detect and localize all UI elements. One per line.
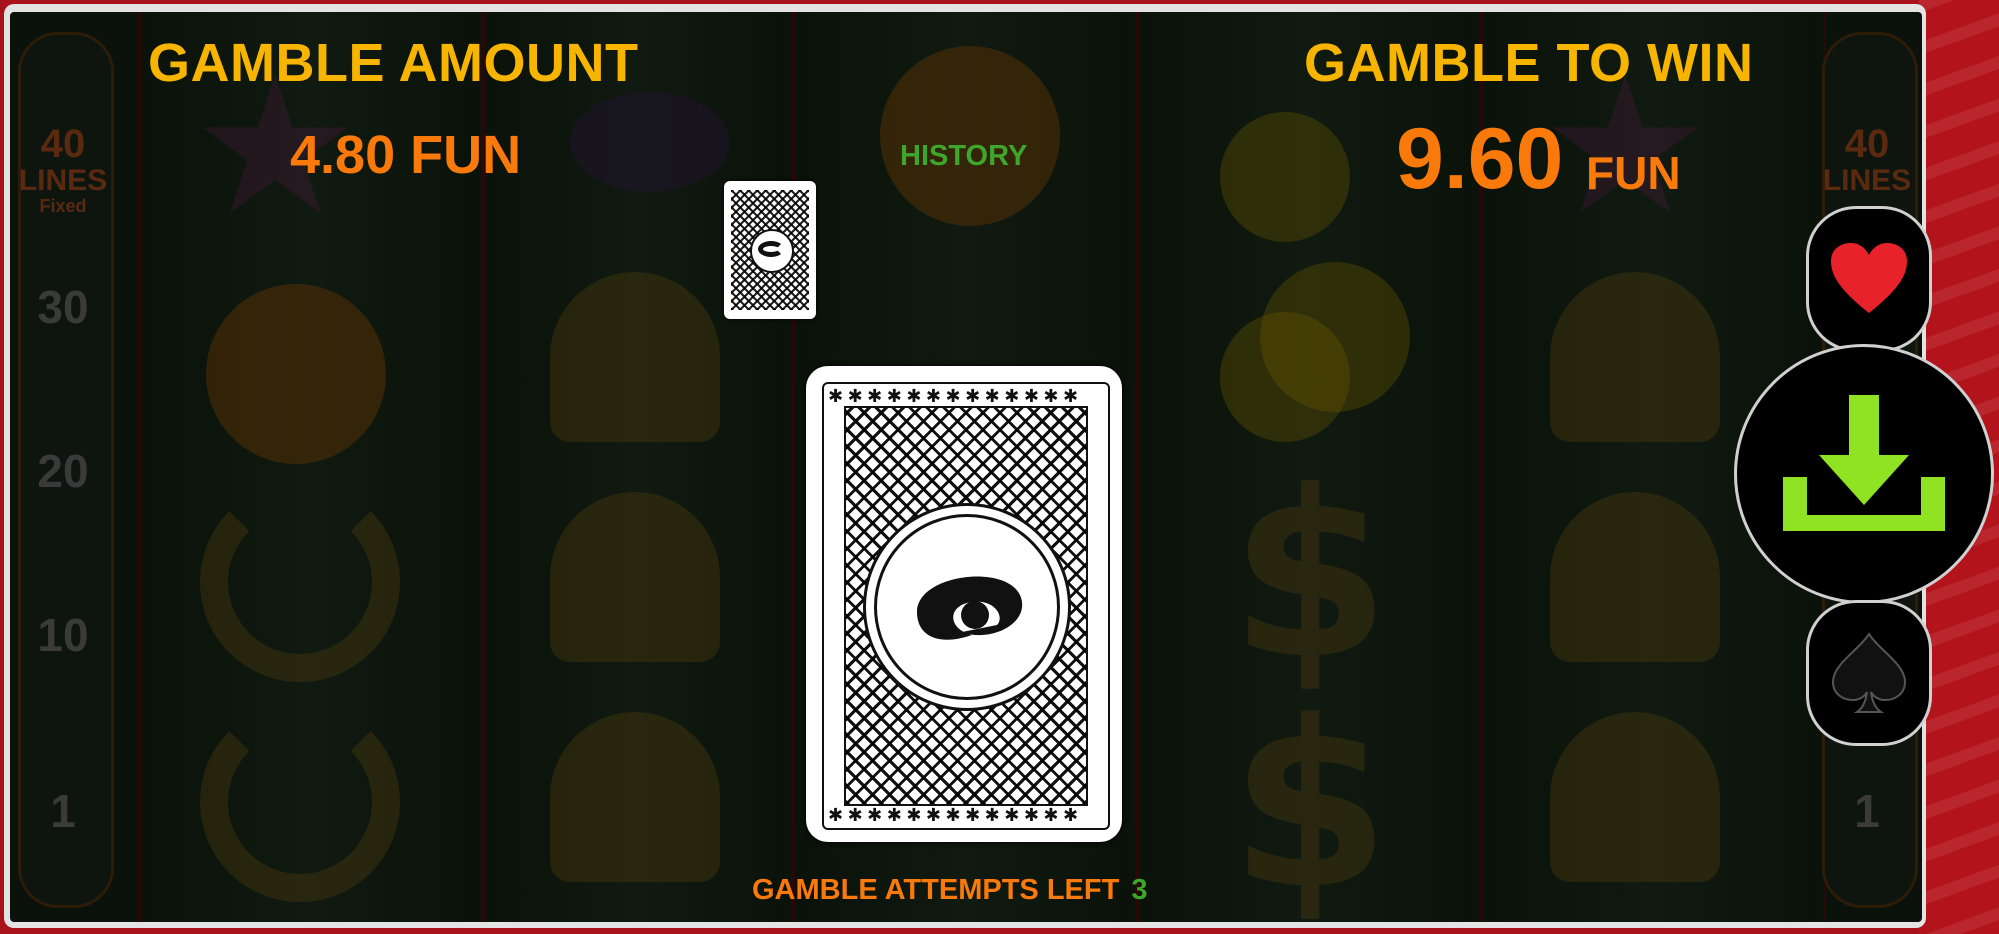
gamble-to-win-title: GAMBLE TO WIN bbox=[1304, 33, 1754, 93]
attempts-count: 3 bbox=[1131, 874, 1148, 906]
attempts-label: GAMBLE ATTEMPTS LEFT bbox=[752, 874, 1120, 906]
card-star-row: ✱✱✱✱✱✱✱✱✱✱✱✱✱ bbox=[828, 386, 1083, 407]
download-icon bbox=[1783, 395, 1945, 531]
bell-symbol bbox=[1550, 492, 1720, 662]
orange-symbol bbox=[206, 284, 386, 464]
gamble-to-win-value: 9.60 bbox=[1396, 111, 1564, 207]
card-logo-icon bbox=[750, 229, 794, 273]
collect-button[interactable] bbox=[1734, 344, 1994, 604]
gamble-screen: $ $ ★ ★ 40 LINES Fixed 30 20 10 1 40 LIN… bbox=[10, 12, 1922, 922]
bell-symbol bbox=[550, 272, 720, 442]
plum-symbol bbox=[570, 92, 730, 192]
history-label: HISTORY bbox=[900, 140, 1028, 172]
gamble-to-win-currency: FUN bbox=[1586, 147, 1681, 199]
lines-label: LINES bbox=[1822, 164, 1912, 197]
card-logo-icon bbox=[874, 514, 1060, 700]
gamble-amount-value: 4.80 FUN bbox=[290, 125, 522, 185]
line-number: 20 bbox=[37, 445, 89, 497]
gamble-attempts: GAMBLE ATTEMPTS LEFT 3 bbox=[752, 874, 1147, 907]
dollar-symbol: $ bbox=[1230, 673, 1391, 922]
heart-icon bbox=[1831, 243, 1907, 313]
bell-symbol bbox=[1550, 712, 1720, 882]
lemon-symbol bbox=[1220, 312, 1350, 442]
lemon-symbol bbox=[1220, 112, 1350, 242]
gamble-amount-title: GAMBLE AMOUNT bbox=[148, 33, 639, 93]
bell-symbol bbox=[1550, 272, 1720, 442]
line-number: 1 bbox=[1854, 785, 1880, 837]
bell-symbol bbox=[550, 492, 720, 662]
horseshoe-symbol bbox=[200, 702, 400, 902]
black-choice-button[interactable] bbox=[1806, 600, 1932, 746]
fixed-label: Fixed bbox=[39, 196, 87, 216]
dollar-symbol: $ bbox=[1230, 443, 1391, 710]
line-number: 1 bbox=[50, 785, 76, 837]
card-star-row: ✱✱✱✱✱✱✱✱✱✱✱✱✱ bbox=[828, 805, 1083, 826]
spade-icon bbox=[1831, 632, 1907, 713]
lines-count: 40 bbox=[40, 122, 86, 166]
bell-symbol bbox=[550, 712, 720, 882]
gamble-card: ✱✱✱✱✱✱✱✱✱✱✱✱✱ ✱✱✱✱✱✱✱✱✱✱✱✱✱ bbox=[806, 366, 1122, 842]
horseshoe-symbol bbox=[200, 482, 400, 682]
orange-symbol bbox=[880, 46, 1060, 226]
lines-label: LINES bbox=[18, 164, 108, 197]
lines-count: 40 bbox=[1844, 122, 1890, 166]
line-number: 30 bbox=[37, 281, 89, 333]
history-card bbox=[724, 181, 816, 319]
red-choice-button[interactable] bbox=[1806, 206, 1932, 352]
line-number: 10 bbox=[37, 609, 89, 661]
